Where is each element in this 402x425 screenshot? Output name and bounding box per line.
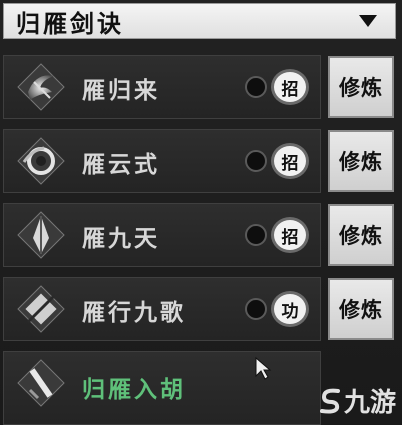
skill-type-icon <box>245 224 267 246</box>
blade-icon <box>17 211 65 259</box>
slash-icon <box>17 359 65 407</box>
skill-name: 雁云式 <box>82 151 160 178</box>
sword-swirl-icon <box>17 63 65 111</box>
skill-type-icon <box>245 150 267 172</box>
skill-row[interactable]: 雁行九歌 功 <box>3 277 321 341</box>
cloud-swirl-icon <box>17 137 65 185</box>
skill-type-icon <box>245 298 267 320</box>
logo-icon <box>319 388 340 414</box>
skill-row[interactable]: 归雁入胡 <box>3 351 321 425</box>
triangle-down-icon[interactable] <box>359 15 377 27</box>
skill-row[interactable]: 雁云式 招 <box>3 129 321 193</box>
skill-type-icon <box>245 76 267 98</box>
mouse-cursor-icon <box>255 356 272 380</box>
practice-button[interactable]: 修炼 <box>328 278 394 340</box>
skill-name: 雁归来 <box>82 77 160 104</box>
skill-row[interactable]: 雁九天 招 <box>3 203 321 267</box>
skill-badge: 招 <box>271 69 309 105</box>
practice-button[interactable]: 修炼 <box>328 56 394 118</box>
skill-name: 归雁入胡 <box>82 376 186 403</box>
practice-button[interactable]: 修炼 <box>328 204 394 266</box>
skill-badge: 招 <box>271 143 309 179</box>
skill-panel: 归雁剑诀 雁归来 招 修炼 雁云式 招 修炼 雁九天 招 修炼 雁行九歌 功 修… <box>0 0 402 425</box>
watermark-text: 九游 <box>343 388 396 418</box>
skill-badge: 功 <box>271 291 309 327</box>
skill-name: 雁九天 <box>82 225 160 252</box>
practice-button[interactable]: 修炼 <box>328 130 394 192</box>
skill-category-dropdown[interactable]: 归雁剑诀 <box>3 3 396 39</box>
skill-row[interactable]: 雁归来 招 <box>3 55 321 119</box>
skill-category-title: 归雁剑诀 <box>16 8 124 38</box>
diamond-sword-icon <box>17 285 65 333</box>
skill-name: 雁行九歌 <box>82 299 186 326</box>
skill-badge: 招 <box>271 217 309 253</box>
watermark: 九游 <box>318 382 396 419</box>
